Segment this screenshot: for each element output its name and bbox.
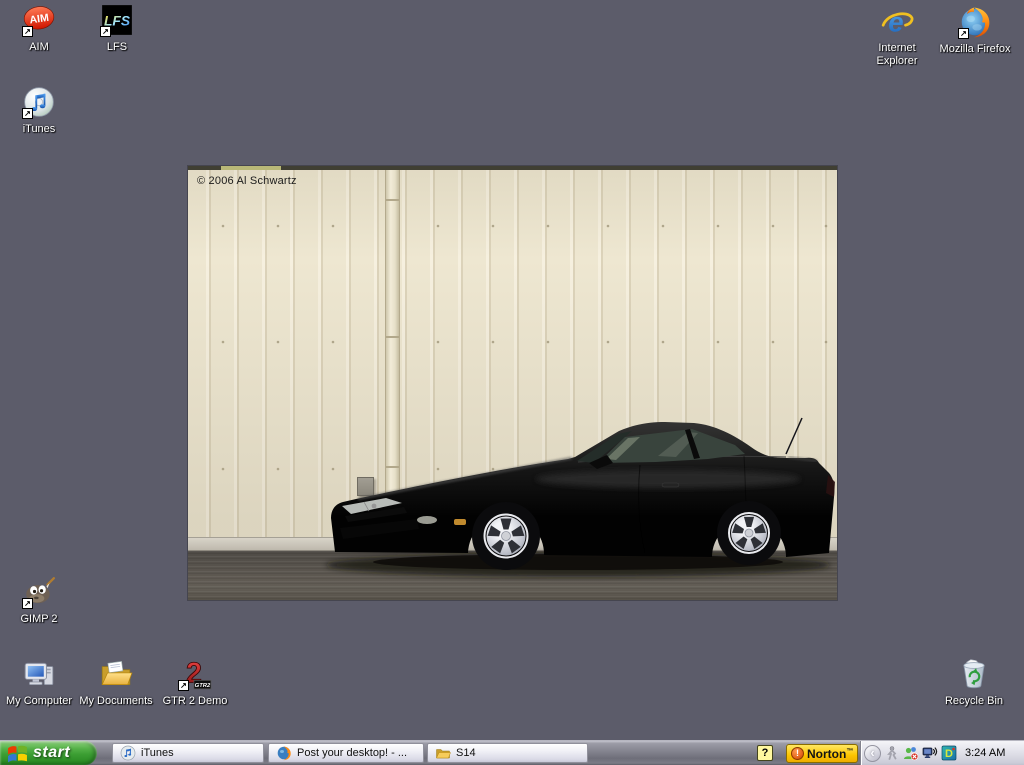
start-label: start [33,744,71,761]
svg-text:D: D [945,748,953,760]
taskbar: start iTunes Post your desktop! - ... S1… [0,740,1024,765]
daemon-tools-tray-icon[interactable]: D [941,745,957,761]
svg-text:GTR2: GTR2 [195,683,211,689]
folder-icon [436,749,451,759]
taskbar-button-label: Post your desktop! - ... [297,747,408,759]
taskbar-button-s14-folder[interactable]: S14 [427,743,588,763]
icon-label: GTR 2 Demo [162,695,228,707]
norton-label: Norton™ [807,746,854,761]
wallpaper-car-illustration [221,224,835,577]
icon-label: My Documents [79,695,153,707]
shortcut-arrow-icon: ↗ [958,28,969,39]
icon-label: iTunes [22,123,56,135]
aim-tray-icon[interactable] [884,745,900,761]
itunes-icon [120,745,136,761]
desktop-icon-my-documents[interactable]: My Documents [78,657,154,709]
svg-text:e: e [888,7,903,38]
norton-alert-icon: ! [791,747,804,760]
taskbar-button-label: iTunes [141,747,174,759]
desktop-icon-my-computer[interactable]: My Computer [1,657,77,709]
windows-flag-icon [8,745,27,762]
icon-label: LFS [106,41,128,53]
norton-tray-badge[interactable]: ! Norton™ [786,744,858,763]
display-audio-tray-icon[interactable] [922,745,938,761]
car-front-wheel [472,502,540,570]
internet-explorer-icon: e [881,7,914,38]
shortcut-arrow-icon: ↗ [178,680,189,691]
taskbar-button-label: S14 [456,747,476,759]
shortcut-arrow-icon: ↗ [22,598,33,609]
desktop-icon-gtr2-demo[interactable]: 2 GTR2 ↗ GTR 2 Demo [157,657,233,709]
desktop[interactable]: © 2006 Al Schwartz AIM ↗ AIM LFS ↗ LFS ↗… [0,0,1024,765]
firefox-icon [277,746,291,761]
desktop-icon-aim[interactable]: AIM ↗ AIM [1,3,77,55]
my-documents-icon [101,660,133,685]
icon-label: Recycle Bin [944,695,1004,707]
taskbar-clock[interactable]: 3:24 AM [965,747,1005,759]
wallpaper-photo: © 2006 Al Schwartz [188,166,837,600]
wall-screws [221,224,828,471]
desktop-icon-mozilla-firefox[interactable]: ↗ Mozilla Firefox [937,5,1013,57]
hide-icons-chevron[interactable]: ‹ [864,744,881,762]
icon-label: GIMP 2 [20,613,58,625]
desktop-icon-gimp[interactable]: ↗ GIMP 2 [1,575,77,627]
messenger-offline-tray-icon[interactable] [903,745,919,761]
shortcut-arrow-icon: ↗ [22,108,33,119]
start-button[interactable]: start [0,741,97,765]
icon-label: Mozilla Firefox [939,43,1011,55]
desktop-icon-lfs[interactable]: LFS ↗ LFS [79,3,155,55]
desktop-icon-internet-explorer[interactable]: e Internet Explorer [859,5,935,69]
shortcut-arrow-icon: ↗ [100,26,111,37]
recycle-bin-icon [963,659,985,689]
photo-credit: © 2006 Al Schwartz [197,175,297,187]
my-computer-icon [24,662,54,686]
icon-label: Internet Explorer [876,42,918,67]
icon-label: My Computer [5,695,73,707]
help-tray-icon[interactable]: ? [757,745,773,761]
taskbar-button-itunes[interactable]: iTunes [112,743,264,763]
system-tray: ‹ D 3:24 AM [860,741,1024,765]
desktop-icon-recycle-bin[interactable]: Recycle Bin [936,657,1012,709]
desktop-icon-itunes[interactable]: ↗ iTunes [1,85,77,137]
icon-label: AIM [29,41,49,53]
shortcut-arrow-icon: ↗ [22,26,33,37]
taskbar-button-firefox-window[interactable]: Post your desktop! - ... [268,743,424,763]
car-rear-wheel [717,501,781,565]
